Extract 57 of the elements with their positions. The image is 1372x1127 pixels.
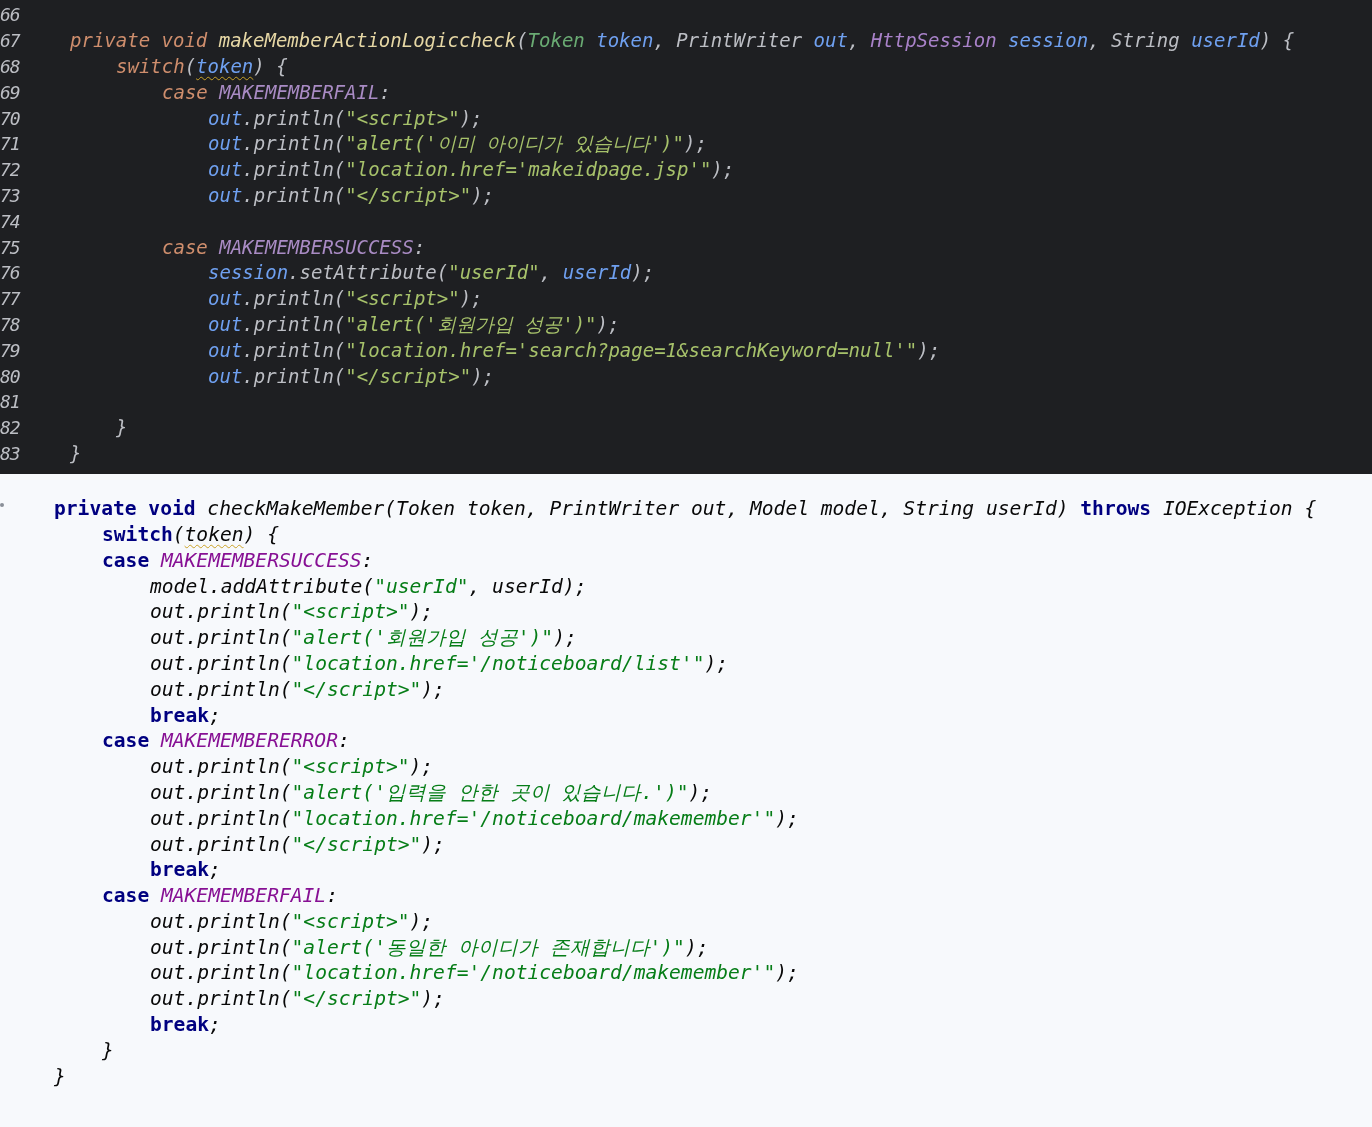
code-line: out.println("alert('회원가입 성공')"); (208, 313, 620, 336)
line-number: 74 (0, 210, 21, 232)
line-number: 73 (0, 184, 21, 206)
code-line: out.println("<script>"); (150, 600, 434, 624)
code-line: out.println("</script>"); (208, 184, 494, 207)
line-number: 80 (0, 365, 21, 387)
code-line: out.println("</script>"); (208, 364, 494, 388)
line-number: 72 (0, 159, 21, 181)
code-line: case MAKEMEMBERFAIL: (162, 80, 391, 104)
code-line: private void makeMemberActionLogiccheck(Token token, PrintWriter out, HttpSession session, String userId) { (70, 29, 1295, 53)
line-number: 75 (0, 236, 21, 258)
line-number: 78 (0, 313, 21, 335)
code-line: out.println("</script>"); (150, 987, 445, 1011)
line-number: 68 (0, 56, 21, 77)
line-number: 76 (0, 262, 21, 284)
code-line: out.println("location.href='search?page=1&searchKeyword=null'"); (208, 338, 941, 362)
code-line: out.println("<script>"); (150, 909, 434, 934)
line-number: 77 (0, 288, 22, 310)
line-number: 83 (0, 442, 21, 464)
line-number: 67 (0, 30, 22, 52)
code-line: out.println("alert('이미 아이디가 있습니다')"); (208, 132, 707, 156)
code-line: out.println("</script>"); (150, 832, 445, 856)
code-line: } (102, 1038, 114, 1063)
code-line: break; (150, 703, 221, 727)
code-line: out.println("<script>"); (150, 755, 434, 779)
code-line: out.println("alert('회원가입 성공')"); (150, 626, 577, 650)
line-number: 70 (0, 107, 21, 129)
code-line: out.println("location.href='makeidpage.jsp'"); (208, 158, 735, 182)
code-line: switch(token) { (102, 522, 279, 547)
code-line: out.println("</script>"); (150, 677, 445, 702)
code-line: break; (150, 858, 221, 882)
line-number: 66 (0, 4, 21, 26)
line-number: 81 (0, 391, 21, 413)
line-number: 69 (0, 81, 21, 103)
code-line: private void checkMakeMember(Token token, PrintWriter out, Model model, String userId) throws IOException { (54, 497, 1317, 521)
code-line: out.println("<script>"); (208, 287, 483, 311)
code-line: out.println("alert('입력을 안한 곳이 있습니다.')"); (150, 780, 713, 805)
code-line: model.addAttribute("userId", userId); (150, 574, 587, 599)
code-line: out.println("alert('동일한 아이디가 존재합니다')"); (150, 935, 709, 960)
code-line: break; (150, 1013, 221, 1037)
line-number: 79 (0, 339, 21, 361)
line-number: 82 (0, 417, 21, 439)
code-line: case MAKEMEMBERFAIL: (102, 884, 338, 908)
gutter-dot-icon (0, 503, 4, 507)
code-line: case MAKEMEMBERSUCCESS: (162, 235, 426, 259)
code-line: case MAKEMEMBERERROR: (102, 729, 350, 753)
code-line: case MAKEMEMBERSUCCESS: (102, 548, 374, 573)
code-line: } (54, 1064, 66, 1089)
code-line: } (116, 416, 128, 440)
code-line: out.println("<script>"); (208, 106, 483, 130)
code-line: } (70, 442, 82, 465)
line-number: 71 (0, 133, 21, 155)
code-line: switch(token) { (116, 55, 288, 78)
code-line: out.println("location.href='/noticeboard/makemember'"); (150, 806, 799, 831)
code-line: out.println("location.href='/noticeboard/makemember'"); (150, 961, 799, 985)
code-line: out.println("location.href='/noticeboard/list'"); (150, 651, 729, 676)
code-line: session.setAttribute("userId", userId); (208, 261, 655, 285)
